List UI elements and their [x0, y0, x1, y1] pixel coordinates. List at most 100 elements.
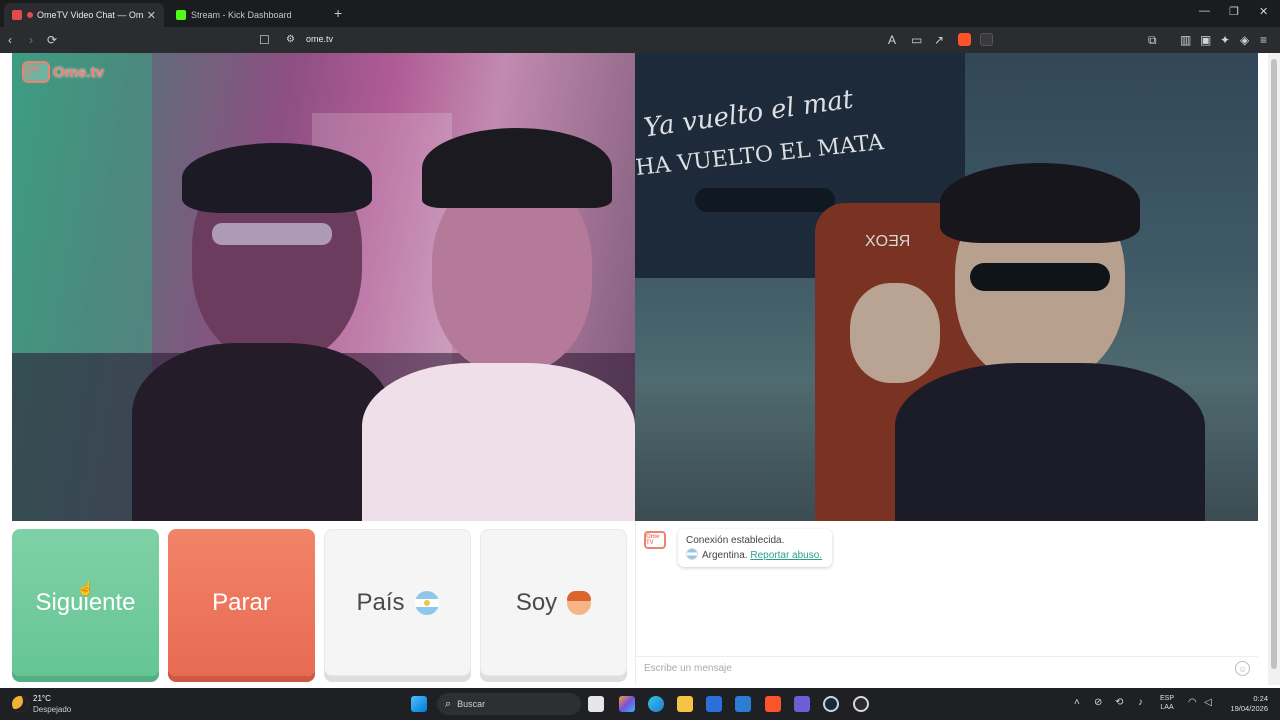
argentina-flag-icon	[686, 548, 698, 560]
ometv-logo: Ome TV Ome.tv	[22, 61, 104, 83]
person-3-hand	[850, 283, 940, 383]
person-3-hair	[940, 163, 1140, 243]
chat-ometv-logo: Ome TV	[644, 531, 666, 549]
report-abuse-link[interactable]: Reportar abuso.	[750, 550, 822, 561]
url-text: ome.tv	[306, 34, 334, 44]
country-button-label: País	[356, 588, 405, 616]
steam-icon[interactable]	[823, 696, 839, 712]
teams-icon[interactable]	[794, 696, 810, 712]
chat-panel: Ome TV Conexión establecida. Argentina. …	[635, 521, 1258, 685]
tab-title: OmeTV Video Chat — Omeg	[37, 10, 143, 20]
weather-moon-icon[interactable]	[12, 696, 28, 712]
bookmark-icon[interactable]: ☐	[259, 33, 270, 47]
windows-taskbar: 21°C Despejado ⌕ Buscar ˄ ⊘ ⟲ ♪ ESP LAA …	[0, 688, 1280, 720]
share-icon[interactable]: ↗	[934, 33, 944, 47]
back-icon[interactable]: ‹	[8, 33, 12, 47]
scrollbar-thumb[interactable]	[1271, 59, 1277, 669]
network-off-icon[interactable]: ⊘	[1094, 697, 1102, 708]
file-explorer-icon[interactable]	[677, 696, 693, 712]
monitor-player-controls	[695, 188, 835, 212]
person-1-hair	[182, 143, 372, 213]
weather-condition: Despejado	[33, 705, 72, 714]
tab-ometv[interactable]: OmeTV Video Chat — Omeg ✕	[4, 3, 164, 27]
language-code: ESP	[1160, 695, 1175, 702]
kick-favicon-icon	[176, 10, 186, 20]
person-3-sunglasses	[970, 263, 1110, 291]
windows-start-icon[interactable]	[411, 696, 427, 712]
boy-emoji-icon	[567, 590, 592, 615]
language-indicator[interactable]: ESP LAA	[1160, 694, 1174, 712]
brave-icon[interactable]	[765, 696, 781, 712]
gender-button[interactable]: Soy	[480, 529, 627, 676]
search-placeholder: Buscar	[457, 699, 486, 709]
translate-icon[interactable]: A	[888, 33, 896, 47]
extensions-icon[interactable]: ⧉	[1148, 33, 1157, 47]
recording-indicator-icon	[27, 12, 33, 18]
message-input-bar: ☺	[636, 656, 1258, 680]
ometv-logo-text: Ome.tv	[53, 63, 104, 81]
task-view-icon[interactable]	[588, 696, 604, 712]
cast-icon[interactable]: ▭	[911, 33, 922, 47]
country-button[interactable]: País	[324, 529, 471, 676]
wifi-icon[interactable]: ◠	[1188, 697, 1197, 708]
brave-shields-icon[interactable]	[958, 33, 971, 46]
stop-button-label: Parar	[212, 588, 271, 616]
taskbar-search[interactable]: ⌕ Buscar	[437, 693, 581, 715]
emoji-icon[interactable]: ☺	[1235, 661, 1250, 676]
microphone-icon[interactable]: ♪	[1138, 697, 1143, 708]
reload-icon[interactable]: ⟳	[47, 33, 57, 47]
copilot-icon[interactable]	[619, 696, 635, 712]
site-info-icon[interactable]: ⚙	[286, 33, 295, 47]
language-region: LAA	[1160, 704, 1174, 711]
ometv-page: Ome TV Ome.tv Ya vuelto el mat HA VUELTO…	[0, 53, 1268, 685]
person-2-shirt	[362, 363, 635, 521]
brave-rewards-icon[interactable]	[980, 33, 993, 46]
ometv-favicon-icon	[12, 10, 22, 20]
edge-icon[interactable]	[648, 696, 664, 712]
clock-time: 0:24	[1253, 694, 1268, 703]
connection-status: Conexión establecida.	[686, 535, 785, 546]
argentina-flag-icon	[414, 590, 439, 615]
mouse-cursor-icon: ☝	[77, 580, 95, 596]
wallet-icon[interactable]: ▣	[1200, 33, 1211, 47]
page-scrollbar[interactable]	[1268, 53, 1280, 685]
gender-button-label: Soy	[515, 588, 558, 616]
minimize-icon[interactable]: —	[1199, 5, 1210, 17]
store-icon[interactable]	[706, 696, 722, 712]
system-message: Conexión establecida. Argentina. Reporta…	[678, 529, 832, 567]
person-1-glasses	[212, 223, 332, 245]
system-clock[interactable]: 0:24 19/04/2026	[1224, 694, 1268, 714]
local-video: Ome TV Ome.tv	[12, 53, 635, 521]
vpn-icon[interactable]: ◈	[1240, 33, 1249, 47]
search-icon: ⌕	[445, 697, 452, 710]
forward-icon[interactable]: ›	[29, 33, 33, 47]
obs-icon[interactable]	[853, 696, 869, 712]
stop-button[interactable]: Parar	[168, 529, 315, 676]
tab-title: Stream - Kick Dashboard	[191, 10, 292, 20]
browser-toolbar: ‹ › ⟳ ☐ ⚙ ome.tv A ▭ ↗ ⧉ ▥ ▣ ✦ ◈ ≡	[0, 27, 1280, 53]
sidebar-icon[interactable]: ▥	[1180, 33, 1191, 47]
leo-ai-icon[interactable]: ✦	[1220, 33, 1230, 47]
outlook-icon[interactable]	[735, 696, 751, 712]
menu-icon[interactable]: ≡	[1260, 33, 1267, 47]
close-tab-icon[interactable]: ✕	[147, 9, 156, 22]
partner-country: Argentina.	[702, 550, 748, 561]
chair-logo: XOƎЯ	[865, 233, 911, 250]
person-2-cap	[422, 128, 612, 208]
browser-tab-bar: OmeTV Video Chat — Omeg ✕ Stream - Kick …	[0, 0, 1280, 27]
person-3-shirt	[895, 363, 1205, 521]
sync-icon[interactable]: ⟲	[1115, 697, 1123, 708]
tab-kick-dashboard[interactable]: Stream - Kick Dashboard	[168, 3, 328, 27]
maximize-icon[interactable]: ❐	[1229, 5, 1239, 18]
remote-video: Ya vuelto el mat HA VUELTO EL MATA XOƎЯ	[635, 53, 1258, 521]
close-window-icon[interactable]: ✕	[1259, 5, 1268, 18]
volume-icon[interactable]: ◁	[1204, 697, 1212, 708]
next-button[interactable]: Siguiente	[12, 529, 159, 676]
weather-temperature: 21°C	[33, 694, 51, 703]
ometv-logo-badge: Ome TV	[22, 61, 50, 83]
message-input[interactable]	[636, 657, 1226, 679]
new-tab-button[interactable]: +	[334, 5, 342, 21]
person-1-shirt	[132, 343, 392, 521]
clock-date: 19/04/2026	[1230, 704, 1268, 713]
tray-overflow-icon[interactable]: ˄	[1074, 697, 1080, 708]
